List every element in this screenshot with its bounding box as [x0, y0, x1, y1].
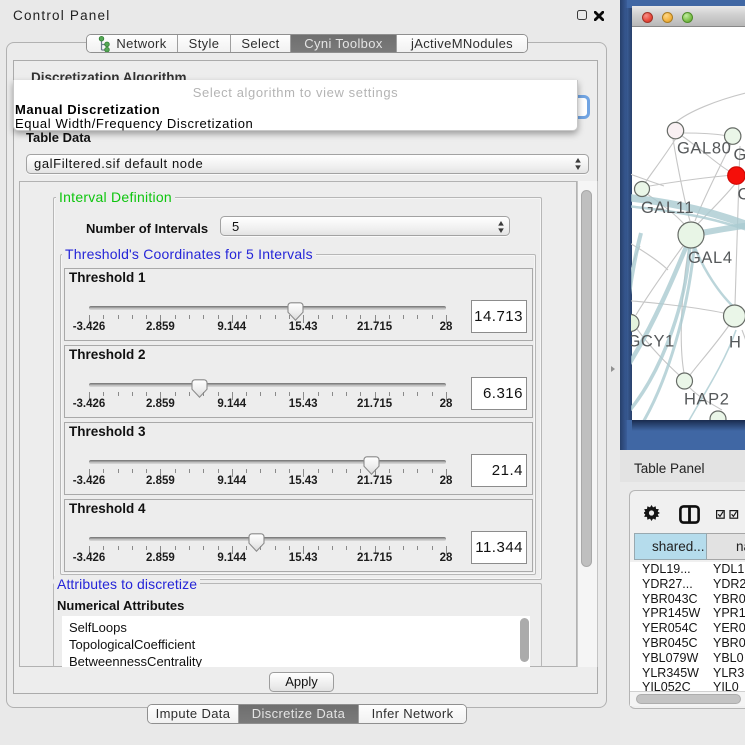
svg-text:GAL80: GAL80 [677, 140, 731, 158]
svg-text:GAL11: GAL11 [641, 199, 694, 217]
svg-text:HAP2: HAP2 [684, 391, 730, 409]
svg-text:C: C [738, 186, 745, 204]
svg-text:GCY1: GCY1 [631, 333, 675, 351]
svg-text:H: H [729, 334, 742, 352]
svg-text:GA: GA [734, 146, 745, 164]
svg-text:GAL4: GAL4 [688, 249, 733, 267]
